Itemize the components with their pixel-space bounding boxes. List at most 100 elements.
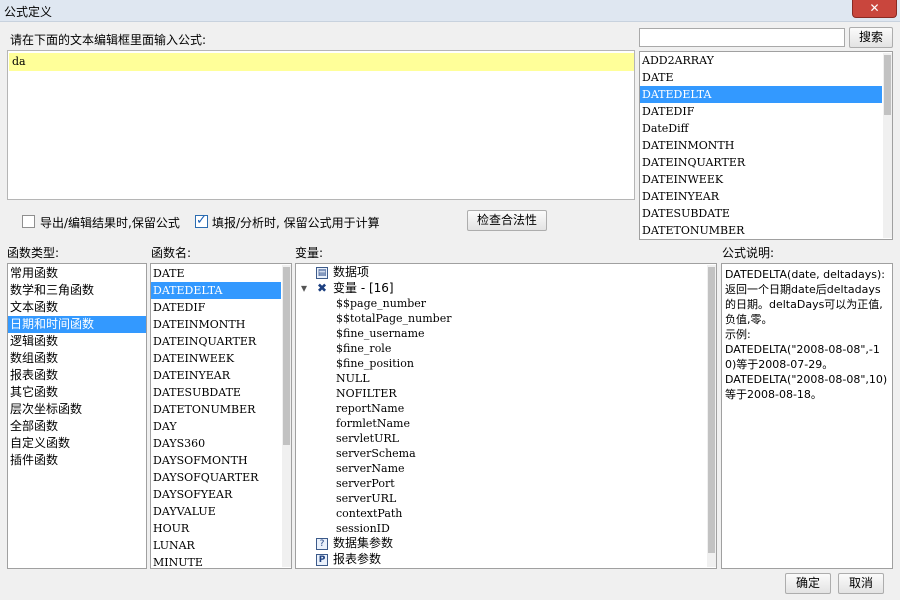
suggestion-item[interactable]: DateDiff	[640, 120, 882, 137]
variable-item[interactable]: reportName	[336, 401, 451, 416]
function-name-item[interactable]: DATEINWEEK	[151, 350, 281, 367]
function-type-item[interactable]: 日期和时间函数	[8, 316, 146, 333]
tree-node-label: 数据项	[333, 265, 370, 279]
function-name-item[interactable]: DAYSOFYEAR	[151, 486, 281, 503]
report-param-icon: P	[316, 553, 328, 566]
function-type-item[interactable]: 文本函数	[8, 299, 146, 316]
function-name-list[interactable]: DATE DATEDELTA DATEDIF DATEINMONTH DATEINQUA…	[150, 263, 292, 569]
function-type-item[interactable]: 层次坐标函数	[8, 401, 146, 418]
suggestion-scrollbar-thumb[interactable]	[884, 55, 891, 115]
description-line: 返回一个日期date后deltadays的日期。deltaDays可以为正值,负…	[725, 283, 883, 326]
variable-item[interactable]: servletURL	[336, 431, 451, 446]
tree-node-data-items[interactable]: ▤ 数据项	[316, 265, 369, 280]
tree-node-label: 数据集参数	[333, 536, 394, 550]
table-icon: ▤	[316, 266, 328, 279]
formula-editor-current-line[interactable]: da	[9, 53, 634, 71]
function-name-item[interactable]: DATETONUMBER	[151, 401, 281, 418]
export-keep-formula-label: 导出/编辑结果时,保留公式	[40, 216, 180, 230]
function-type-item[interactable]: 自定义函数	[8, 435, 146, 452]
function-name-item[interactable]: DATEINMONTH	[151, 316, 281, 333]
search-button[interactable]: 搜索	[849, 27, 893, 48]
function-name-item[interactable]: DATE	[151, 265, 281, 282]
search-input[interactable]	[639, 28, 845, 47]
function-name-item[interactable]: DATEINQUARTER	[151, 333, 281, 350]
variable-item[interactable]: serverURL	[336, 491, 451, 506]
window-title: 公式定义	[4, 5, 53, 19]
function-name-item[interactable]: DATEINYEAR	[151, 367, 281, 384]
function-type-item[interactable]: 插件函数	[8, 452, 146, 469]
variable-item[interactable]: $$page_number	[336, 296, 451, 311]
description-line: 示例:	[725, 328, 751, 341]
fill-keep-formula-checkbox[interactable]	[195, 213, 208, 228]
variable-item[interactable]: NOFILTER	[336, 386, 451, 401]
function-name-item[interactable]: MINUTE	[151, 554, 281, 568]
variable-item[interactable]: $$totalPage_number	[336, 311, 451, 326]
variable-item[interactable]: serverSchema	[336, 446, 451, 461]
tree-node-label: 变量 - [16]	[333, 281, 394, 295]
variable-item[interactable]: NULL	[336, 371, 451, 386]
formula-editor[interactable]: da	[7, 50, 635, 200]
variable-scrollbar[interactable]	[707, 265, 716, 567]
export-keep-formula-checkbox[interactable]	[22, 215, 35, 228]
suggestion-item[interactable]: DATEINMONTH	[640, 137, 882, 154]
collapse-chevron-icon[interactable]: ▾	[301, 281, 307, 295]
fill-keep-formula-label: 填报/分析时, 保留公式用于计算	[212, 216, 380, 230]
function-type-list[interactable]: 常用函数 数学和三角函数 文本函数 日期和时间函数 逻辑函数 数组函数 报表函数 其它函数 层次…	[7, 263, 147, 569]
description-label: 公式说明:	[722, 246, 775, 260]
function-type-item[interactable]: 数组函数	[8, 350, 146, 367]
suggestion-list[interactable]: ADD2ARRAY DATE DATEDELTA DATEDIF DateDiff DAT…	[639, 51, 893, 240]
suggestion-item[interactable]: DATETONUMBER	[640, 222, 882, 239]
function-name-item[interactable]: HOUR	[151, 520, 281, 537]
suggestion-item[interactable]: ADD2ARRAY	[640, 52, 882, 69]
suggestion-item[interactable]: DATEINQUARTER	[640, 154, 882, 171]
tree-node-label: 报表参数	[333, 552, 382, 566]
cancel-button[interactable]: 取消	[838, 573, 884, 594]
variable-item[interactable]: serverName	[336, 461, 451, 476]
function-type-item[interactable]: 数学和三角函数	[8, 282, 146, 299]
close-button[interactable]: ✕	[852, 0, 897, 18]
function-name-item[interactable]: LUNAR	[151, 537, 281, 554]
variable-item[interactable]: $fine_position	[336, 356, 451, 371]
function-name-scrollbar[interactable]	[282, 265, 291, 567]
tree-node-variables[interactable]: ✖ 变量 - [16]	[316, 281, 394, 296]
tree-node-report-params[interactable]: P 报表参数	[316, 552, 381, 567]
function-name-item[interactable]: DAYVALUE	[151, 503, 281, 520]
tree-node-dataset-params[interactable]: ? 数据集参数	[316, 536, 393, 551]
variable-scrollbar-thumb[interactable]	[708, 267, 715, 553]
dataset-param-icon: ?	[316, 537, 328, 550]
variable-item[interactable]: sessionID	[336, 521, 451, 536]
function-name-item[interactable]: DATEDIF	[151, 299, 281, 316]
variable-item[interactable]: serverPort	[336, 476, 451, 491]
suggestion-item[interactable]: DATESUBDATE	[640, 205, 882, 222]
suggestion-item[interactable]: DATEINYEAR	[640, 188, 882, 205]
function-type-item[interactable]: 逻辑函数	[8, 333, 146, 350]
suggestion-item[interactable]: DATEDIF	[640, 103, 882, 120]
suggestion-item[interactable]: DATE	[640, 69, 882, 86]
function-type-item[interactable]: 常用函数	[8, 265, 146, 282]
close-icon: ✕	[869, 1, 880, 15]
function-name-item[interactable]: DATEDELTA	[151, 282, 281, 299]
variable-tree[interactable]: ▤ 数据项 ▾ ✖ 变量 - [16] $$page_number $$totalPa…	[295, 263, 717, 569]
function-names-label: 函数名:	[151, 246, 192, 260]
function-name-item[interactable]: DAYSOFQUARTER	[151, 469, 281, 486]
suggestion-item[interactable]: DATEDELTA	[640, 86, 882, 103]
variable-item[interactable]: contextPath	[336, 506, 451, 521]
variable-item[interactable]: $fine_role	[336, 341, 451, 356]
function-type-item[interactable]: 报表函数	[8, 367, 146, 384]
suggestion-item[interactable]: DATEINWEEK	[640, 171, 882, 188]
function-type-item[interactable]: 其它函数	[8, 384, 146, 401]
function-name-item[interactable]: DAY	[151, 418, 281, 435]
variable-item[interactable]: formletName	[336, 416, 451, 431]
check-validity-button[interactable]: 检查合法性	[467, 210, 547, 231]
suggestion-scrollbar[interactable]	[883, 53, 892, 238]
function-name-item[interactable]: DATESUBDATE	[151, 384, 281, 401]
description-line: DATEDELTA("2008-08-08",-10)等于2008-07-29。	[725, 343, 880, 371]
function-name-scrollbar-thumb[interactable]	[283, 267, 290, 445]
function-name-item[interactable]: DAYS360	[151, 435, 281, 452]
function-type-item[interactable]: 全部函数	[8, 418, 146, 435]
function-types-label: 函数类型:	[7, 246, 60, 260]
ok-button[interactable]: 确定	[785, 573, 831, 594]
title-bar: 公式定义 ✕	[0, 0, 900, 22]
variable-item[interactable]: $fine_username	[336, 326, 451, 341]
function-name-item[interactable]: DAYSOFMONTH	[151, 452, 281, 469]
